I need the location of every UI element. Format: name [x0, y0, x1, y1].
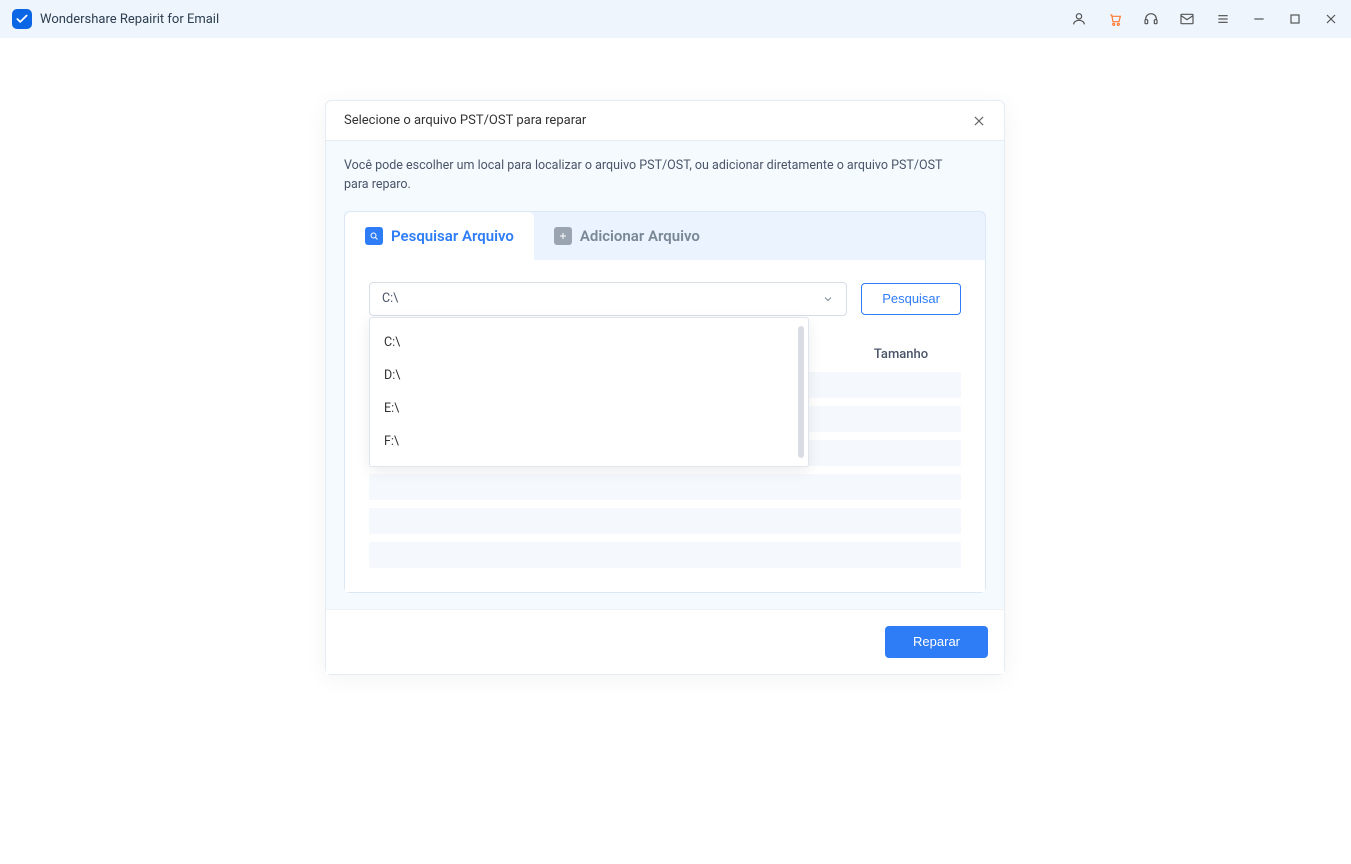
tab-add-label: Adicionar Arquivo	[580, 227, 700, 245]
modal-body: Você pode escolher um local para localiz…	[326, 141, 1004, 609]
cart-icon[interactable]	[1107, 11, 1123, 27]
titlebar-right	[1071, 11, 1339, 27]
col-size: Tamanho	[841, 347, 961, 362]
modal-description: Você pode escolher um local para localiz…	[344, 157, 944, 195]
menu-icon[interactable]	[1215, 11, 1231, 27]
modal-title: Selecione o arquivo PST/OST para reparar	[344, 113, 586, 128]
modal-header: Selecione o arquivo PST/OST para reparar	[326, 101, 1004, 141]
drive-option[interactable]: E:\	[370, 392, 808, 425]
mail-icon[interactable]	[1179, 11, 1195, 27]
drive-option[interactable]: D:\	[370, 359, 808, 392]
drive-option[interactable]: C:\	[370, 326, 808, 359]
tab-search-label: Pesquisar Arquivo	[391, 227, 514, 245]
chevron-down-icon	[822, 293, 834, 305]
table-row	[369, 542, 961, 568]
tab-add-file[interactable]: Adicionar Arquivo	[534, 212, 720, 260]
account-icon[interactable]	[1071, 11, 1087, 27]
tabs: Pesquisar Arquivo Adicionar Arquivo	[345, 212, 985, 260]
search-row: C:\ Pesquisar	[369, 282, 961, 316]
folder-search-icon	[365, 227, 383, 245]
drive-select[interactable]: C:\	[369, 282, 847, 316]
search-button[interactable]: Pesquisar	[861, 283, 961, 315]
titlebar: Wondershare Repairit for Email	[0, 0, 1351, 38]
drive-selected-value: C:\	[382, 291, 398, 306]
minimize-icon[interactable]	[1251, 11, 1267, 27]
titlebar-left: Wondershare Repairit for Email	[12, 9, 219, 29]
app-logo-icon	[12, 9, 32, 29]
tab-search-file[interactable]: Pesquisar Arquivo	[345, 212, 534, 260]
select-file-modal: Selecione o arquivo PST/OST para reparar…	[325, 100, 1005, 675]
drive-option[interactable]: F:\	[370, 425, 808, 458]
table-row	[369, 508, 961, 534]
close-window-icon[interactable]	[1323, 11, 1339, 27]
table-row	[369, 474, 961, 500]
tab-card: Pesquisar Arquivo Adicionar Arquivo C:\	[344, 211, 986, 593]
plus-icon	[554, 227, 572, 245]
drive-dropdown: C:\ D:\ E:\ F:\	[369, 317, 809, 467]
modal-close-icon[interactable]	[972, 114, 986, 128]
app-title: Wondershare Repairit for Email	[40, 12, 219, 27]
tab-content: C:\ Pesquisar C:\ D:\ E:\ F:\	[345, 260, 985, 592]
repair-button[interactable]: Reparar	[885, 626, 988, 658]
modal-footer: Reparar	[326, 609, 1004, 674]
maximize-icon[interactable]	[1287, 11, 1303, 27]
headset-icon[interactable]	[1143, 11, 1159, 27]
